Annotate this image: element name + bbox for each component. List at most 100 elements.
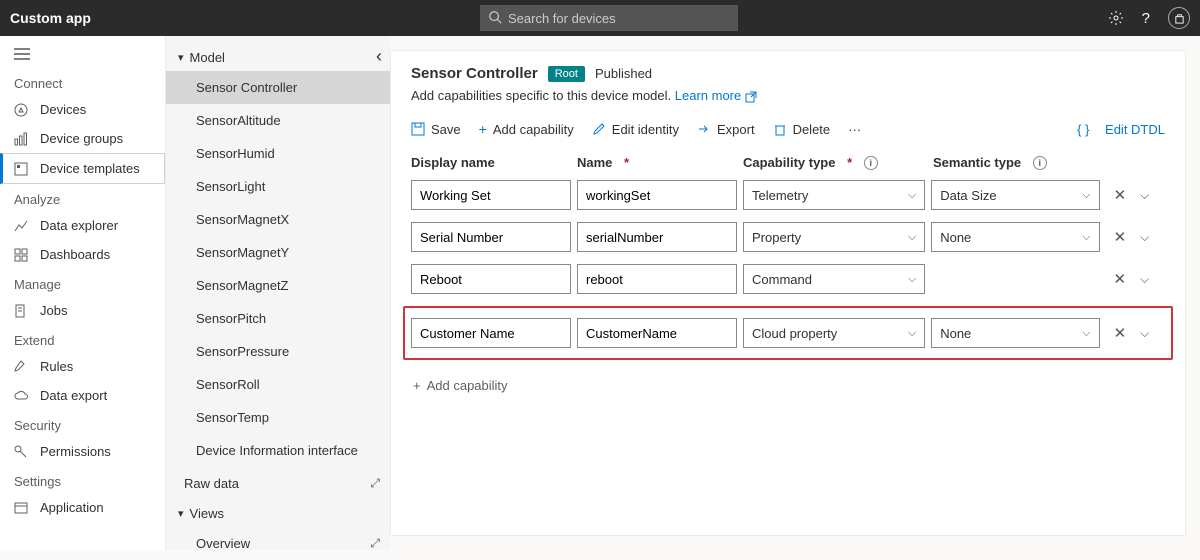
- model-header-label: Model: [190, 50, 225, 65]
- nav-data-explorer[interactable]: Data explorer: [0, 211, 165, 240]
- semantic-type-select[interactable]: None⌵: [931, 222, 1099, 252]
- chevron-down-icon: ▾: [178, 507, 184, 520]
- dashboard-icon: [14, 248, 30, 262]
- model-raw-data[interactable]: Raw data ⤢: [166, 467, 390, 500]
- semantic-type-select[interactable]: None⌵: [931, 318, 1099, 348]
- nav-section-extend: Extend: [0, 325, 165, 352]
- cloud-icon: [14, 389, 30, 403]
- jobs-icon: [14, 304, 30, 318]
- model-item[interactable]: SensorMagnetZ: [166, 269, 390, 302]
- search-input[interactable]: [480, 5, 738, 31]
- bag-icon[interactable]: [1168, 7, 1190, 29]
- expand-icon[interactable]: ⤢: [370, 476, 380, 491]
- model-item[interactable]: SensorLight: [166, 170, 390, 203]
- save-icon: [411, 122, 425, 136]
- delete-row-icon[interactable]: ✕: [1114, 270, 1127, 288]
- display-name-input[interactable]: [411, 222, 571, 252]
- help-icon[interactable]: ?: [1142, 10, 1150, 27]
- name-input[interactable]: [577, 180, 737, 210]
- capability-row: Property⌵None⌵✕⌵: [411, 222, 1165, 252]
- edit-identity-label: Edit identity: [612, 122, 679, 137]
- nav-label: Devices: [40, 102, 86, 117]
- export-button[interactable]: Export: [697, 122, 755, 137]
- info-icon[interactable]: i: [864, 156, 878, 170]
- rules-icon: [14, 360, 30, 374]
- edit-identity-button[interactable]: Edit identity: [592, 122, 679, 137]
- nav-jobs[interactable]: Jobs: [0, 296, 165, 325]
- display-name-input[interactable]: [411, 180, 571, 210]
- nav-section-security: Security: [0, 410, 165, 437]
- name-input[interactable]: [577, 264, 737, 294]
- compass-icon: [14, 103, 30, 117]
- nav-label: Dashboards: [40, 247, 110, 262]
- nav-application[interactable]: Application: [0, 493, 165, 522]
- model-item[interactable]: SensorPitch: [166, 302, 390, 335]
- capability-type-select[interactable]: Property⌵: [743, 222, 925, 252]
- semantic-type-select[interactable]: Data Size⌵: [931, 180, 1099, 210]
- save-button[interactable]: Save: [411, 122, 461, 137]
- nav-data-export[interactable]: Data export: [0, 381, 165, 410]
- delete-label: Delete: [793, 122, 831, 137]
- model-item[interactable]: SensorAltitude: [166, 104, 390, 137]
- model-item[interactable]: SensorPressure: [166, 335, 390, 368]
- row-actions: ✕⌵: [1106, 186, 1165, 204]
- model-item[interactable]: SensorMagnetX: [166, 203, 390, 236]
- gear-icon[interactable]: [1108, 10, 1124, 26]
- name-input[interactable]: [577, 222, 737, 252]
- info-icon[interactable]: i: [1033, 156, 1047, 170]
- model-item-sensor-controller[interactable]: Sensor Controller: [166, 71, 390, 104]
- delete-row-icon[interactable]: ✕: [1114, 228, 1127, 246]
- edit-dtdl-button[interactable]: { } Edit DTDL: [1077, 122, 1165, 137]
- model-item[interactable]: SensorRoll: [166, 368, 390, 401]
- row-actions: ✕⌵: [1106, 228, 1165, 246]
- nav-label: Device groups: [40, 131, 123, 146]
- model-item[interactable]: SensorMagnetY: [166, 236, 390, 269]
- add-capability-button[interactable]: +Add capability: [479, 121, 574, 137]
- capability-type-select[interactable]: Cloud property⌵: [743, 318, 925, 348]
- more-button[interactable]: ···: [848, 122, 861, 137]
- model-overview[interactable]: Overview ⤢: [166, 527, 390, 560]
- model-item[interactable]: SensorTemp: [166, 401, 390, 434]
- views-label: Views: [190, 506, 224, 521]
- row-actions: ✕⌵: [1106, 270, 1165, 288]
- nav-devices[interactable]: Devices: [0, 95, 165, 124]
- overview-label: Overview: [196, 536, 250, 551]
- delete-row-icon[interactable]: ✕: [1114, 324, 1127, 342]
- app-icon: [14, 501, 30, 515]
- nav-rules[interactable]: Rules: [0, 352, 165, 381]
- chevron-down-icon: ⌵: [1082, 189, 1090, 202]
- root-badge: Root: [548, 66, 585, 82]
- display-name-input[interactable]: [411, 318, 571, 348]
- capability-type-select[interactable]: Telemetry⌵: [743, 180, 925, 210]
- expand-row-icon[interactable]: ⌵: [1140, 188, 1149, 203]
- nav-dashboards[interactable]: Dashboards: [0, 240, 165, 269]
- hamburger-icon[interactable]: [0, 44, 165, 68]
- header-semantic-type: Semantic type i: [933, 155, 1103, 170]
- expand-row-icon[interactable]: ⌵: [1140, 326, 1149, 341]
- plus-icon: +: [479, 121, 487, 137]
- status-label: Published: [595, 66, 652, 81]
- nav-label: Data export: [40, 388, 107, 403]
- model-item[interactable]: Device Information interface: [166, 434, 390, 467]
- expand-icon[interactable]: ⤢: [370, 536, 380, 551]
- nav-permissions[interactable]: Permissions: [0, 437, 165, 466]
- learn-more-link[interactable]: Learn more: [675, 88, 757, 103]
- delete-row-icon[interactable]: ✕: [1114, 186, 1127, 204]
- nav-device-templates[interactable]: Device templates: [0, 153, 165, 184]
- name-input[interactable]: [577, 318, 737, 348]
- display-name-input[interactable]: [411, 264, 571, 294]
- add-capability-row[interactable]: +Add capability: [411, 372, 1165, 399]
- model-item[interactable]: SensorHumid: [166, 137, 390, 170]
- nav-device-groups[interactable]: Device groups: [0, 124, 165, 153]
- nav-section-manage: Manage: [0, 269, 165, 296]
- expand-row-icon[interactable]: ⌵: [1140, 230, 1149, 245]
- nav-label: Data explorer: [40, 218, 118, 233]
- chevron-down-icon: ⌵: [1082, 327, 1090, 340]
- expand-row-icon[interactable]: ⌵: [1140, 272, 1149, 287]
- back-caret-icon[interactable]: ‹: [376, 46, 382, 67]
- capability-type-select[interactable]: Command⌵: [743, 264, 925, 294]
- app-title: Custom app: [10, 10, 91, 26]
- model-header[interactable]: ▾ Model: [166, 50, 390, 71]
- views-header[interactable]: ▾ Views: [166, 500, 390, 527]
- delete-button[interactable]: Delete: [773, 122, 831, 137]
